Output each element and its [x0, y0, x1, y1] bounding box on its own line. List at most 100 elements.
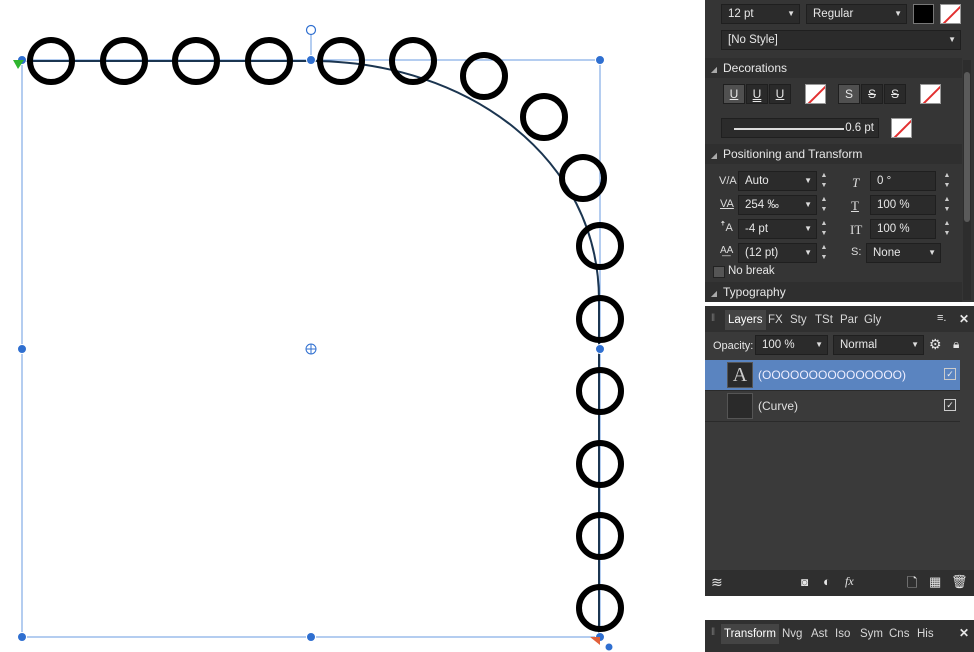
fx-icon[interactable]: fx	[845, 574, 854, 589]
opacity-field[interactable]: 100 % ▼	[755, 335, 828, 355]
shear-field[interactable]: 0 °	[870, 171, 936, 191]
layer-name[interactable]: (Curve)	[758, 399, 798, 413]
tab-paragraph[interactable]: Par	[837, 310, 861, 330]
strikethrough-single-button[interactable]: S	[861, 84, 883, 104]
text-background-swatch[interactable]	[940, 4, 961, 24]
tab-fx[interactable]: FX	[765, 310, 786, 330]
path-end-marker-icon[interactable]	[590, 637, 600, 645]
underline-thick-button[interactable]: U	[769, 84, 791, 104]
tab-symbols[interactable]: Sym	[857, 624, 886, 644]
tab-constraints[interactable]: Cns	[886, 624, 912, 644]
layer-name[interactable]: (OOOOOOOOOOOOOOO)	[758, 368, 906, 382]
typography-section-header[interactable]: ◢ Typography	[705, 282, 962, 302]
strikethrough-double-button[interactable]: S	[884, 84, 906, 104]
positioning-title: Positioning and Transform	[723, 147, 863, 161]
tab-transform[interactable]: Transform	[721, 624, 779, 644]
vertical-scale-stepper[interactable]: ▲ ▼	[942, 195, 952, 215]
resize-handle-middle-left[interactable]	[17, 344, 27, 354]
group-icon[interactable]: ▦	[929, 574, 941, 590]
grip-icon[interactable]: ‖	[711, 313, 715, 324]
font-size-dropdown[interactable]: 12 pt ▼	[721, 4, 800, 24]
lock-icon[interactable]: 🔒︎	[953, 337, 959, 352]
line-weight-slider[interactable]: 0.6 pt	[721, 118, 879, 138]
kerning-value: Auto	[745, 175, 769, 187]
script-dropdown[interactable]: None ▼	[866, 243, 941, 263]
horizontal-scale-stepper[interactable]: ▲ ▼	[942, 219, 952, 239]
layer-thumbnail	[727, 393, 753, 419]
panel-menu-icon[interactable]: ≡.	[937, 312, 946, 324]
center-crosshair-icon[interactable]	[305, 343, 317, 355]
layer-row[interactable]: (Curve) ✓	[705, 391, 960, 422]
tracking-stepper[interactable]: ▲ ▼	[819, 195, 829, 215]
horizontal-scale-field[interactable]: 100 %	[870, 219, 936, 239]
shear-stepper[interactable]: ▲ ▼	[942, 171, 952, 191]
visibility-checkbox[interactable]: ✓	[944, 399, 956, 411]
tab-styles[interactable]: Sty	[787, 310, 810, 330]
tab-history[interactable]: His	[914, 624, 937, 644]
resize-handle-middle-right[interactable]	[595, 344, 605, 354]
chevron-down-icon: ▼	[911, 340, 919, 349]
chevron-down-icon: ▼	[894, 9, 902, 18]
delete-icon[interactable]: 🗑︎	[951, 574, 968, 590]
kerning-stepper[interactable]: ▲ ▼	[819, 171, 829, 191]
character-style-value: [No Style]	[728, 34, 778, 46]
tab-layers[interactable]: Layers	[725, 310, 766, 330]
layers-stack-icon[interactable]: ≋	[711, 574, 723, 591]
layers-panel: ‖ Layers FX Sty TSt Par Gly ≡. ✕ Opacity…	[705, 306, 974, 596]
kerning-field[interactable]: Auto ▼	[738, 171, 817, 191]
underline-color-swatch[interactable]	[805, 84, 826, 104]
visibility-checkbox[interactable]: ✓	[944, 368, 956, 380]
resize-handle-top-right[interactable]	[595, 55, 605, 65]
tab-isometric[interactable]: Iso	[832, 624, 853, 644]
leading-field[interactable]: (12 pt) ▼	[738, 243, 817, 263]
panel-scrollbar[interactable]	[963, 60, 971, 300]
collapse-triangle-icon: ◢	[710, 151, 718, 160]
underline-single-button[interactable]: U	[723, 84, 745, 104]
underline-double-button[interactable]: U	[746, 84, 768, 104]
tracking-field[interactable]: 254 ‰ ▼	[738, 195, 817, 215]
document-canvas[interactable]	[0, 0, 705, 652]
grip-icon[interactable]: ‖	[711, 627, 715, 638]
gear-icon[interactable]: ⚙	[929, 336, 942, 353]
line-weight-track	[734, 128, 844, 130]
leading-stepper[interactable]: ▲ ▼	[819, 243, 829, 263]
chevron-down-icon: ▼	[928, 248, 936, 257]
font-weight-dropdown[interactable]: Regular ▼	[806, 4, 907, 24]
chevron-down-icon: ▼	[804, 248, 812, 257]
new-layer-icon[interactable]: 🗋︎	[907, 574, 917, 596]
vertical-scale-field[interactable]: 100 %	[870, 195, 936, 215]
text-on-path[interactable]	[27, 37, 624, 632]
rotation-handle[interactable]	[305, 24, 317, 36]
character-style-dropdown[interactable]: [No Style] ▼	[721, 30, 961, 50]
text-fill-swatch[interactable]	[913, 4, 934, 24]
decoration-line-color-swatch[interactable]	[891, 118, 912, 138]
no-break-checkbox[interactable]	[713, 266, 725, 278]
path-node-end[interactable]	[604, 642, 614, 652]
baseline-shift-stepper[interactable]: ▲ ▼	[819, 219, 829, 239]
mask-icon[interactable]: ◙	[801, 575, 808, 589]
adjustment-icon[interactable]: ◐	[823, 574, 831, 589]
resize-handle-bottom-middle[interactable]	[306, 632, 316, 642]
tab-assets[interactable]: Ast	[808, 624, 831, 644]
tab-glyphs[interactable]: Gly	[861, 310, 884, 330]
baseline-shift-field[interactable]: -4 pt ▼	[738, 219, 817, 239]
vertical-scale-icon: T	[851, 198, 859, 213]
tracking-value: 254 ‰	[745, 199, 779, 211]
blend-mode-value: Normal	[840, 339, 878, 351]
tab-navigator[interactable]: Nvg	[779, 624, 805, 644]
close-icon[interactable]: ✕	[959, 626, 969, 640]
tab-text-styles[interactable]: TSt	[812, 310, 836, 330]
resize-handle-bottom-left[interactable]	[17, 632, 27, 642]
strikethrough-color-swatch[interactable]	[920, 84, 941, 104]
chevron-down-icon: ▼	[948, 35, 956, 44]
collapse-triangle-icon: ◢	[710, 65, 718, 74]
glyph-o	[520, 93, 568, 141]
decorations-section-header[interactable]: ◢ Decorations	[705, 58, 962, 78]
close-icon[interactable]: ✕	[959, 312, 969, 326]
blend-mode-dropdown[interactable]: Normal ▼	[833, 335, 924, 355]
resize-handle-top-middle[interactable]	[306, 55, 316, 65]
positioning-section-header[interactable]: ◢ Positioning and Transform	[705, 144, 962, 164]
strikethrough-off-button[interactable]: S	[838, 84, 860, 104]
layer-row[interactable]: A (OOOOOOOOOOOOOOO) ✓	[705, 360, 960, 391]
scrollbar-thumb[interactable]	[964, 72, 970, 222]
